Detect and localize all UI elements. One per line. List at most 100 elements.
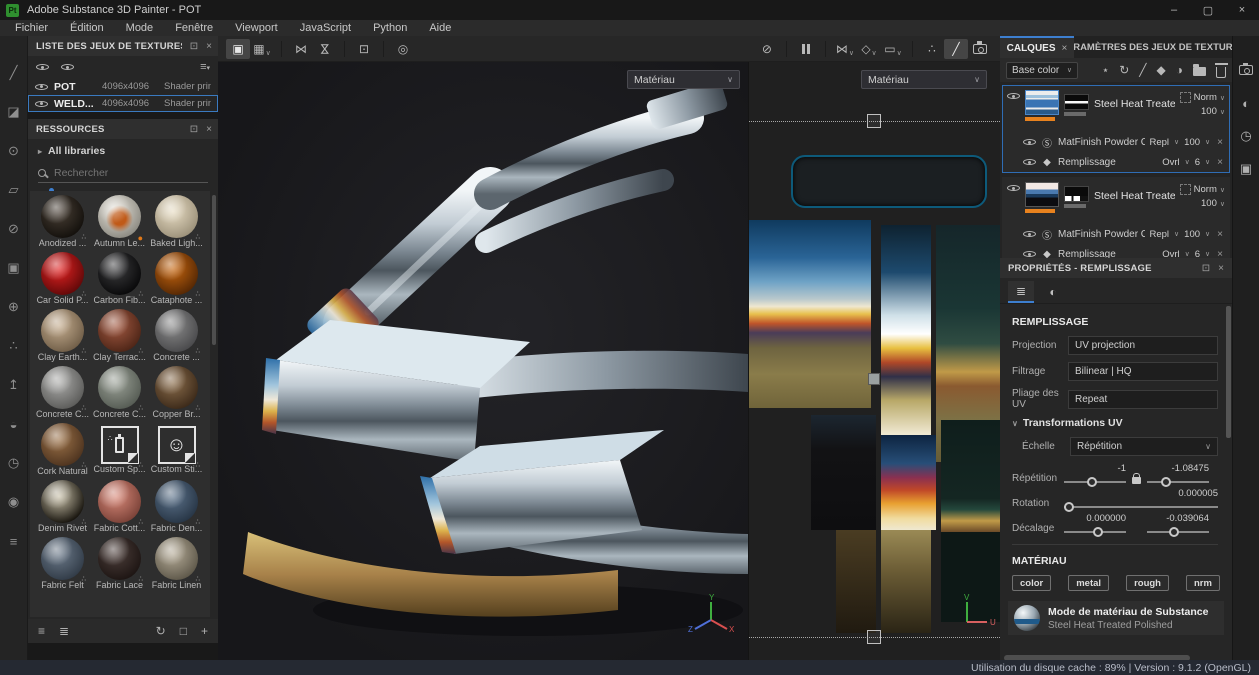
decalage-x-slider[interactable] (1064, 531, 1126, 533)
effect-blend-mode[interactable]: Repl (1150, 229, 1170, 240)
effect-opacity[interactable]: 100 (1184, 229, 1200, 240)
layer-effect-row[interactable]: ◆RemplissageOvrl∨6∨× (1003, 244, 1229, 258)
lock-ratio-icon[interactable] (1132, 477, 1141, 484)
menu-fichier[interactable]: Fichier (4, 22, 59, 34)
minimize-button[interactable]: – (1157, 0, 1191, 20)
2d-uv-viewport[interactable]: Matériau ∨ V U (748, 62, 1000, 660)
repetition-x-value[interactable]: -1 (1064, 463, 1126, 475)
pause-engine-button[interactable] (794, 39, 818, 59)
visibility-eye-icon[interactable] (35, 98, 48, 110)
channel-rough-button[interactable]: rough (1126, 575, 1169, 591)
effect-opacity[interactable]: 6 (1195, 157, 1200, 168)
bake-mesh-maps-button[interactable]: ◷ (4, 454, 24, 472)
smudge-tool[interactable]: ⊘ (4, 220, 24, 238)
rotation-value[interactable]: 0.000005 (1064, 488, 1218, 500)
add-paint-layer-button[interactable]: ╱ (1139, 63, 1146, 77)
material-item[interactable]: ∴Copper Br... (148, 366, 205, 423)
repetition-x-slider[interactable] (1064, 481, 1126, 483)
close-tab-icon[interactable]: × (1062, 43, 1068, 54)
effect-visibility-icon[interactable] (1023, 156, 1036, 168)
search-input[interactable] (54, 167, 174, 179)
camera-mode-button[interactable]: ▭∨ (881, 39, 905, 59)
perspective-mode-button[interactable]: ◇∨ (857, 39, 881, 59)
layer-group[interactable]: Steel Heat Treated PolishedNorm∨100∨ⓈMat… (1002, 177, 1230, 258)
display-settings-panel-button[interactable]: ◐ (1237, 95, 1255, 111)
material-item[interactable]: ∴Fabric Felt (34, 537, 91, 594)
texture-set-row[interactable]: WELD...4096x4096Shader princi... (28, 95, 218, 112)
layer-visibility-icon[interactable] (1007, 90, 1020, 102)
uv-wrap-value[interactable]: Repeat (1068, 390, 1218, 409)
export-textures-button[interactable]: ↥ (4, 376, 24, 394)
undock-panel-icon[interactable]: ⊡ (1202, 263, 1210, 274)
symmetry-settings-button[interactable]: ⋈∨ (833, 39, 857, 59)
solo-visibility-icon[interactable] (61, 61, 74, 73)
layer-effect-row[interactable]: ◆RemplissageOvrl∨6∨× (1003, 152, 1229, 172)
repetition-y-value[interactable]: -1.08475 (1147, 463, 1209, 475)
display-settings-button[interactable]: ◉ (4, 493, 24, 511)
maximize-button[interactable]: ▢ (1191, 0, 1225, 20)
polygon-fill-tool[interactable]: ▱ (4, 181, 24, 199)
material-item[interactable]: ∴Clay Terrac... (91, 309, 148, 366)
new-resource-button[interactable]: □ (180, 624, 187, 638)
decalage-x-value[interactable]: 0.000000 (1064, 513, 1126, 525)
effect-blend-mode[interactable]: Ovrl (1162, 249, 1179, 259)
viewport3d-material-dropdown[interactable]: Matériau ∨ (627, 70, 740, 89)
effect-visibility-icon[interactable] (1023, 248, 1036, 258)
material-item[interactable]: ∴Cataphote ... (148, 252, 205, 309)
effect-visibility-icon[interactable] (1023, 136, 1036, 148)
add-fill-layer-button[interactable]: ◆ (1157, 63, 1166, 77)
tab-calques[interactable]: CALQUES × (1000, 36, 1074, 58)
add-effect-button[interactable]: ⋆ (1102, 63, 1110, 77)
channel-metal-button[interactable]: metal (1068, 575, 1109, 591)
material-item[interactable]: ●Autumn Le... (91, 195, 148, 252)
layer-opacity[interactable]: 100 (1201, 106, 1217, 117)
material-item[interactable]: ∴Baked Ligh... (148, 195, 205, 252)
material-item[interactable]: ∴Concrete C... (34, 366, 91, 423)
particles-button[interactable]: ∴ (920, 39, 944, 59)
shelf-panel-button[interactable]: ▣ (1237, 161, 1255, 177)
remove-effect-icon[interactable]: × (1217, 157, 1223, 168)
paint-brush-button[interactable]: ╱ (944, 39, 968, 59)
menu-viewport[interactable]: Viewport (224, 22, 289, 34)
material-item[interactable]: ∴Carbon Fib... (91, 252, 148, 309)
remove-effect-icon[interactable]: × (1217, 137, 1223, 148)
close-panel-icon[interactable]: × (1218, 263, 1224, 274)
substance-material-mode-row[interactable]: Mode de matériau de Substance Steel Heat… (1008, 601, 1224, 635)
mirror-vertical-button[interactable]: ⋈ (313, 39, 337, 59)
material-item[interactable]: ∴Denim Rivet (34, 480, 91, 537)
layer-effect-row[interactable]: ⓈMatFinish Powder CoatedRepl∨100∨× (1003, 224, 1229, 244)
menu-javascript[interactable]: JavaScript (289, 22, 362, 34)
channel-nrm-button[interactable]: nrm (1186, 575, 1220, 591)
material-item[interactable]: ∴Cork Natural (34, 423, 91, 480)
layer-mask-thumbnail[interactable] (1064, 94, 1089, 110)
import-resources-button[interactable]: ≡ (38, 624, 45, 638)
decalage-y-value[interactable]: -0.039064 (1147, 513, 1209, 525)
menu-fenetre[interactable]: Fenêtre (164, 22, 224, 34)
material-item[interactable]: ∴Clay Earth... (34, 309, 91, 366)
add-folder-button[interactable] (1193, 64, 1206, 76)
tab-fill-properties[interactable]: ≣ (1008, 281, 1034, 303)
viewport2d-material-dropdown[interactable]: Matériau ∨ (861, 70, 987, 89)
projection-value[interactable]: UV projection (1068, 336, 1218, 355)
material-item[interactable]: ∴Fabric Lace (91, 537, 148, 594)
reset-view-button[interactable]: ◎ (391, 39, 415, 59)
echelle-dropdown[interactable]: Répétition ∨ (1070, 437, 1218, 456)
material-item[interactable]: ∴Fabric Cott... (91, 480, 148, 537)
visibility-eye-icon[interactable] (35, 81, 48, 93)
undock-panel-icon[interactable]: ⊡ (190, 124, 198, 135)
mirror-horizontal-button[interactable]: ⋈ (289, 39, 313, 59)
uv-tile-selection-button[interactable]: ▣ (226, 39, 250, 59)
material-item[interactable]: ∴Concrete C... (91, 366, 148, 423)
disable-symmetry-button[interactable]: ⊘ (755, 39, 779, 59)
libraries-selector[interactable]: ▸ All libraries (28, 139, 218, 163)
close-button[interactable]: × (1225, 0, 1259, 20)
reload-shelf-button[interactable]: ↻ (156, 624, 166, 638)
layer-blend-mode[interactable]: Norm (1194, 92, 1217, 103)
decalage-y-slider[interactable] (1147, 531, 1209, 533)
repetition-y-slider[interactable] (1147, 481, 1209, 483)
3d-viewport[interactable]: Matériau ∨ Y Z X (218, 62, 748, 660)
material-picker-tool[interactable]: ⊕ (4, 298, 24, 316)
filtrage-value[interactable]: Bilinear | HQ (1068, 362, 1218, 381)
texture-set-row[interactable]: POT4096x4096Shader princi... (28, 78, 218, 95)
particles-tool[interactable]: ∴ (4, 337, 24, 355)
